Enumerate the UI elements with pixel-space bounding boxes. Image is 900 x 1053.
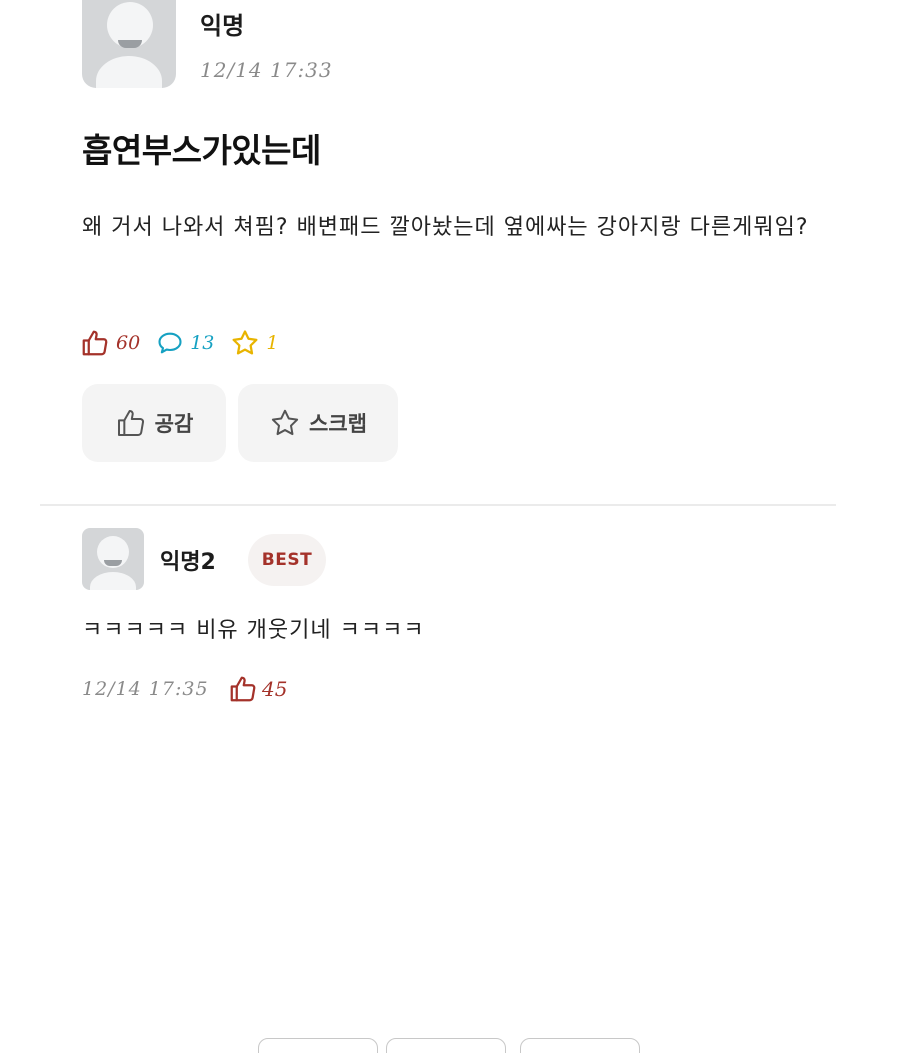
post-title: 흡연부스가있는데 [82,131,321,170]
scrap-button[interactable]: 스크랩 [238,384,398,462]
comment-like-button[interactable]: 45 [228,674,287,704]
post-author-name: 익명 [200,12,245,40]
bottom-button-3[interactable] [520,1038,640,1053]
empathy-button-label: 공감 [154,412,194,436]
comment-timestamp: 12/14 17:35 [82,678,209,700]
bottom-button-1[interactable] [258,1038,378,1053]
post-timestamp: 12/14 17:33 [200,58,333,82]
star-icon [271,409,299,436]
scrap-count-value: 1 [266,332,279,354]
speech-bubble-icon [158,332,182,354]
thumbs-up-icon [230,676,256,702]
avatar-mouth [118,40,142,48]
post-stats: 60 13 1 [80,326,294,360]
scrap-button-label: 스크랩 [309,412,367,436]
post-author-avatar[interactable] [82,0,176,88]
comment-count: 13 [156,329,214,357]
comment-author-avatar[interactable] [82,528,144,590]
post-body: 왜 거서 나와서 쳐핌? 배변패드 깔아놨는데 옆에싸는 강아지랑 다른게뭐임? [82,215,809,240]
thumbs-up-icon [117,410,144,436]
thumbs-up-icon [82,330,108,356]
comment-text: ㅋㅋㅋㅋㅋ 비유 개웃기네 ㅋㅋㅋㅋ [82,618,425,643]
like-count: 60 [80,328,140,358]
bottom-button-2[interactable] [386,1038,506,1053]
best-badge: BEST [248,534,326,586]
star-icon [232,330,258,355]
like-count-value: 60 [116,332,141,354]
empathy-button[interactable]: 공감 [82,384,226,462]
comment-author-name: 익명2 [160,550,216,575]
comment-like-count: 45 [262,677,288,701]
comment-count-value: 13 [190,332,215,354]
avatar-body [96,56,162,88]
divider [40,504,836,506]
avatar-body [90,572,136,590]
scrap-count: 1 [230,328,278,358]
